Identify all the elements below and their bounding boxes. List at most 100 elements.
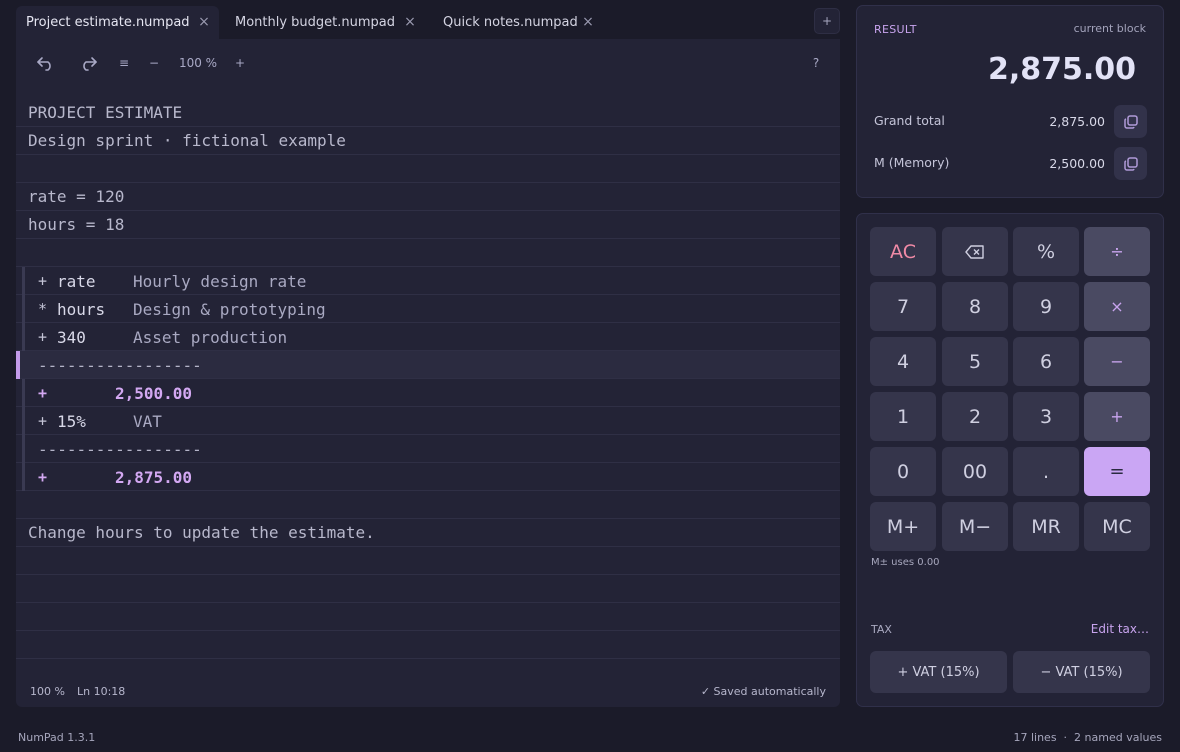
tab-label: Project estimate.numpad	[26, 15, 190, 30]
close-icon[interactable]: ×	[197, 14, 211, 30]
block-bar	[22, 435, 25, 463]
editor-line[interactable]	[16, 155, 840, 183]
block-line[interactable]: + 340 Asset production	[16, 323, 840, 351]
app-version: NumPad 1.3.1	[18, 731, 96, 744]
result-label: RESULT	[874, 23, 917, 36]
memory-clear-button[interactable]: MC	[1084, 502, 1150, 551]
block-line[interactable]: + 15% VAT	[16, 407, 840, 435]
block-bar	[22, 323, 25, 351]
backspace-icon	[965, 244, 984, 259]
editor-line[interactable]	[16, 575, 840, 603]
key-7[interactable]: 7	[870, 282, 936, 331]
memory-add-button[interactable]: M+	[870, 502, 936, 551]
subtotal-value: 2,500.00	[115, 384, 193, 403]
block-bar	[22, 267, 25, 295]
editor-line[interactable]: Design sprint · fictional example	[16, 127, 840, 155]
status-cursor-position: Ln 10:18	[77, 685, 126, 698]
tax-label: TAX	[871, 623, 892, 636]
current-line[interactable]: -----------------	[16, 351, 840, 379]
editor-line[interactable]: PROJECT ESTIMATE	[16, 99, 840, 127]
new-tab-button[interactable]: +	[814, 8, 840, 34]
editor-line[interactable]: Change hours to update the estimate.	[16, 519, 840, 547]
grand-total-amount: 2,875.00	[1049, 114, 1105, 129]
key-9[interactable]: 9	[1013, 282, 1079, 331]
editor-panel: ≡ − 100 % + ? PROJECT ESTIMATE Design sp…	[16, 39, 840, 707]
zoom-in-button[interactable]: +	[232, 51, 248, 75]
editor-line[interactable]: rate = 120	[16, 183, 840, 211]
editor-toolbar: ≡ − 100 % + ?	[16, 39, 840, 87]
tab-label: Monthly budget.numpad	[235, 15, 396, 30]
undo-icon[interactable]	[34, 51, 58, 75]
status-zoom: 100 %	[30, 685, 65, 698]
plus-button[interactable]: +	[1084, 392, 1150, 441]
divide-button[interactable]: ÷	[1084, 227, 1150, 276]
close-icon[interactable]: ×	[581, 14, 595, 30]
memory-row: M (Memory) 2,500.00	[874, 147, 1147, 180]
zoom-level: 100 %	[178, 56, 218, 70]
editor-line[interactable]	[16, 239, 840, 267]
percent-button[interactable]: %	[1013, 227, 1079, 276]
block-bar	[22, 463, 25, 491]
tab-bar: Project estimate.numpad × Monthly budget…	[16, 6, 840, 39]
document-summary: 17 lines · 2 named values	[1013, 731, 1162, 744]
copy-icon	[1123, 114, 1138, 129]
key-6[interactable]: 6	[1013, 337, 1079, 386]
copy-memory-button[interactable]	[1114, 147, 1147, 180]
equals-button[interactable]: =	[1084, 447, 1150, 496]
multiply-button[interactable]: ×	[1084, 282, 1150, 331]
tab-project-estimate[interactable]: Project estimate.numpad ×	[16, 6, 219, 39]
key-3[interactable]: 3	[1013, 392, 1079, 441]
status-bar: 100 % Ln 10:18 ✓ Saved automatically	[16, 671, 840, 707]
keypad-panel: AC % ÷ 7 8 9 × 4 5 6 − 1 2 3 + 0 00 . = …	[856, 213, 1164, 707]
block-bar	[22, 379, 25, 407]
memory-note: M± uses 0.00	[871, 557, 940, 568]
edit-tax-link[interactable]: Edit tax…	[1091, 622, 1149, 636]
add-vat-button[interactable]: + VAT (15%)	[870, 651, 1007, 693]
key-0[interactable]: 0	[870, 447, 936, 496]
editor-line[interactable]	[16, 631, 840, 659]
editor-lines[interactable]: PROJECT ESTIMATE Design sprint · fiction…	[16, 99, 840, 659]
copy-icon	[1123, 156, 1138, 171]
key-5[interactable]: 5	[942, 337, 1008, 386]
block-line[interactable]: * hours Design & prototyping	[16, 295, 840, 323]
zoom-out-button[interactable]: −	[146, 51, 162, 75]
editor-line[interactable]	[16, 491, 840, 519]
editor-line[interactable]	[16, 547, 840, 575]
menu-icon[interactable]: ≡	[116, 51, 132, 75]
memory-amount: 2,500.00	[1049, 156, 1105, 171]
key-8[interactable]: 8	[942, 282, 1008, 331]
block-bar	[22, 295, 25, 323]
subtotal-line[interactable]: + 2,500.00	[16, 379, 840, 407]
remove-vat-button[interactable]: − VAT (15%)	[1013, 651, 1150, 693]
tab-quick-notes[interactable]: Quick notes.numpad ×	[433, 6, 603, 39]
result-scope: current block	[1073, 22, 1146, 35]
result-value: 2,875.00	[987, 52, 1136, 87]
clear-all-button[interactable]: AC	[870, 227, 936, 276]
decimal-button[interactable]: .	[1013, 447, 1079, 496]
save-status: ✓ Saved automatically	[700, 685, 826, 698]
tab-monthly-budget[interactable]: Monthly budget.numpad ×	[225, 6, 425, 39]
result-panel: RESULT current block 2,875.00 Grand tota…	[856, 5, 1164, 198]
grand-total-row: Grand total 2,875.00	[874, 105, 1147, 138]
close-icon[interactable]: ×	[403, 14, 417, 30]
copy-grand-total-button[interactable]	[1114, 105, 1147, 138]
key-00[interactable]: 00	[942, 447, 1008, 496]
block-bar	[22, 407, 25, 435]
backspace-button[interactable]	[942, 227, 1008, 276]
key-1[interactable]: 1	[870, 392, 936, 441]
grand-total-line[interactable]: + 2,875.00	[16, 463, 840, 491]
editor-line[interactable]	[16, 603, 840, 631]
key-4[interactable]: 4	[870, 337, 936, 386]
minus-button[interactable]: −	[1084, 337, 1150, 386]
separator-line[interactable]: -----------------	[16, 435, 840, 463]
key-2[interactable]: 2	[942, 392, 1008, 441]
tab-label: Quick notes.numpad	[443, 15, 578, 30]
memory-recall-button[interactable]: MR	[1013, 502, 1079, 551]
memory-subtract-button[interactable]: M−	[942, 502, 1008, 551]
help-button[interactable]: ?	[808, 51, 824, 75]
cursor-marker	[16, 351, 20, 379]
block-line[interactable]: + rate Hourly design rate	[16, 267, 840, 295]
redo-icon[interactable]	[76, 51, 100, 75]
editor-line[interactable]: hours = 18	[16, 211, 840, 239]
grand-total-value: 2,875.00	[115, 468, 193, 487]
